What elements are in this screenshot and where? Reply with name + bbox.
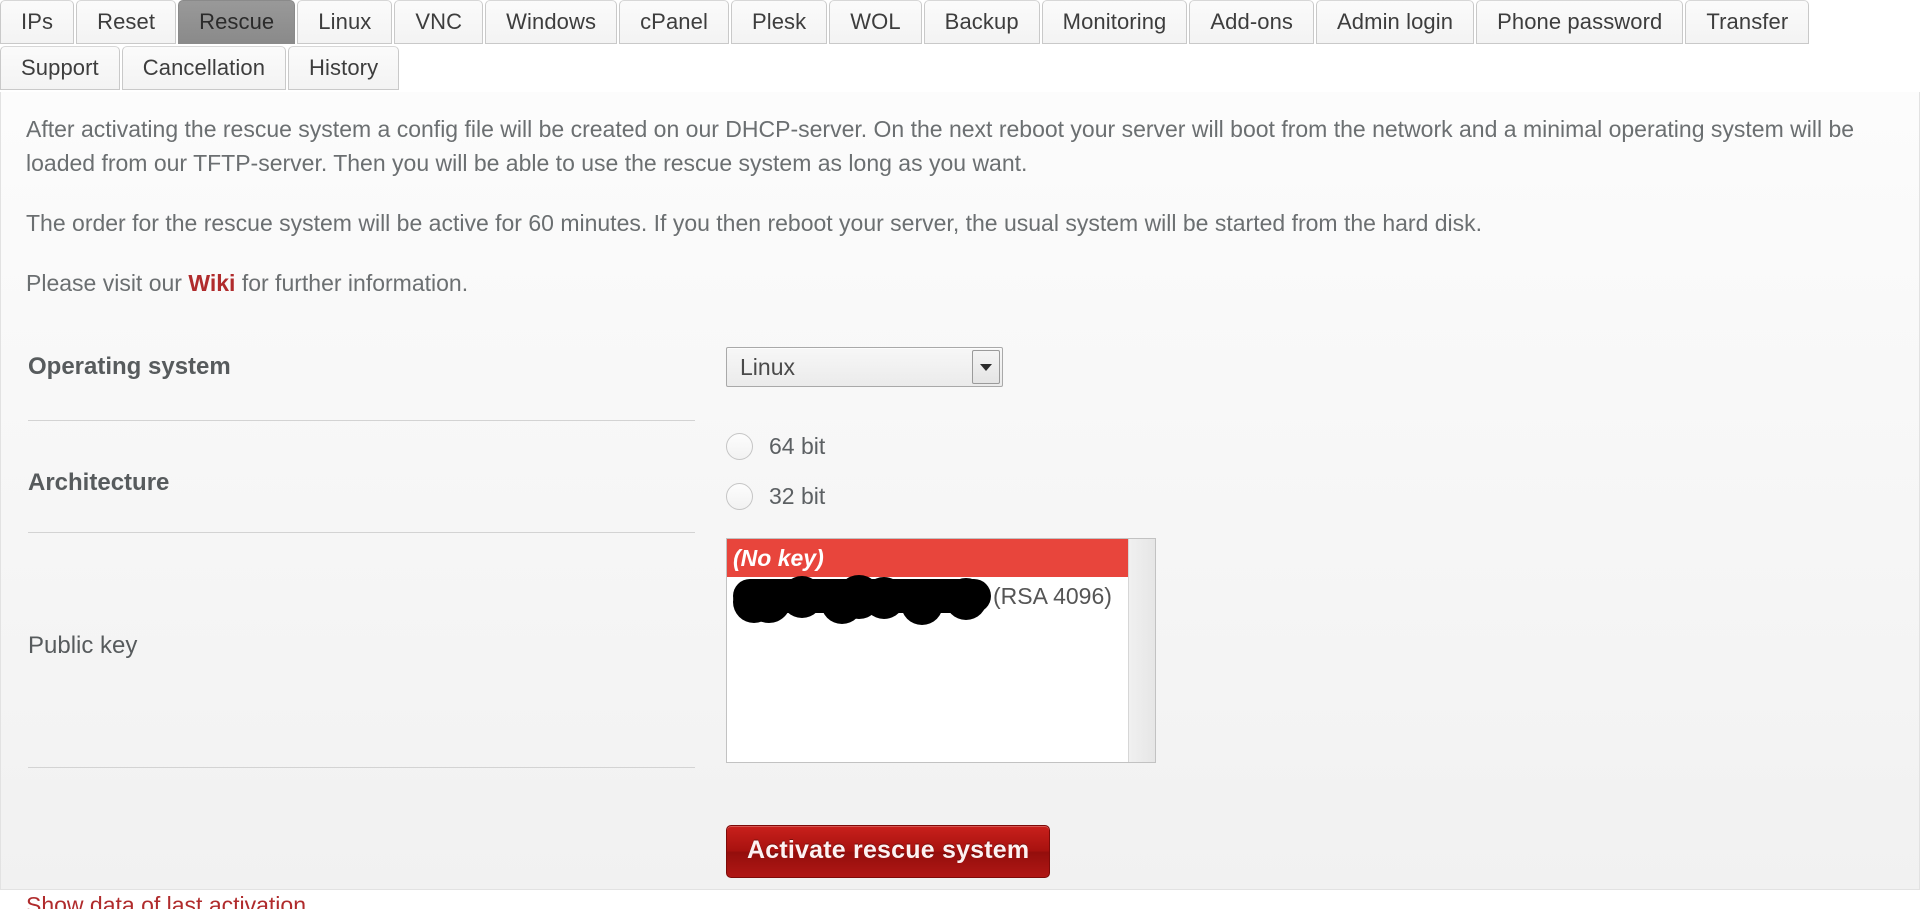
tab-label: Reset bbox=[97, 9, 156, 34]
architecture-label: Architecture bbox=[28, 469, 170, 496]
radio-32-bit-label[interactable]: 32 bit bbox=[769, 483, 825, 510]
tab-ips[interactable]: IPs bbox=[0, 0, 75, 44]
intro-text: After activating the rescue system a con… bbox=[26, 112, 1886, 326]
tab-label: Admin login bbox=[1337, 9, 1454, 34]
tab-label: Backup bbox=[944, 9, 1019, 34]
tab-label: Phone password bbox=[1497, 9, 1663, 34]
tab-rescue[interactable]: Rescue bbox=[178, 0, 296, 44]
public-key-option-rsa[interactable]: (RSA 4096) bbox=[727, 575, 1128, 625]
tab-windows[interactable]: Windows bbox=[485, 0, 618, 44]
chevron-down-icon[interactable] bbox=[972, 350, 1000, 384]
tab-phone-password[interactable]: Phone password bbox=[1476, 0, 1684, 44]
tab-label: cPanel bbox=[640, 9, 708, 34]
tab-label: VNC bbox=[415, 9, 463, 34]
redacted-key-name bbox=[733, 575, 991, 625]
tab-cpanel[interactable]: cPanel bbox=[619, 0, 729, 44]
tab-linux[interactable]: Linux bbox=[297, 0, 393, 44]
tab-add-ons[interactable]: Add-ons bbox=[1189, 0, 1315, 44]
operating-system-value: Linux bbox=[740, 353, 795, 380]
tab-backup[interactable]: Backup bbox=[923, 0, 1040, 44]
activate-rescue-system-button[interactable]: Activate rescue system bbox=[726, 825, 1051, 878]
intro-paragraph-3-prefix: Please visit our bbox=[26, 270, 189, 296]
public-key-option-no-key[interactable]: (No key) bbox=[727, 539, 1128, 577]
public-key-label: Public key bbox=[28, 632, 138, 659]
intro-paragraph-3-suffix: for further information. bbox=[235, 270, 469, 296]
tab-monitoring[interactable]: Monitoring bbox=[1041, 0, 1188, 44]
show-last-activation-link[interactable]: Show data of last activation bbox=[26, 892, 306, 909]
operating-system-select[interactable]: Linux bbox=[726, 347, 1003, 387]
tab-label: History bbox=[309, 55, 379, 80]
tab-transfer[interactable]: Transfer bbox=[1685, 0, 1810, 44]
tab-support[interactable]: Support bbox=[0, 46, 120, 90]
tab-label: Plesk bbox=[751, 9, 807, 34]
tab-label: Linux bbox=[318, 9, 372, 34]
tab-label: Monitoring bbox=[1062, 9, 1167, 34]
tab-label: Cancellation bbox=[142, 55, 266, 80]
tab-label: Transfer bbox=[1706, 9, 1789, 34]
radio-32-bit[interactable] bbox=[726, 482, 753, 510]
public-key-control: (No key) (RSA 4096) bbox=[696, 534, 1920, 763]
intro-paragraph-2: The order for the rescue system will be … bbox=[26, 210, 1483, 236]
public-key-options[interactable]: (No key) (RSA 4096) bbox=[727, 539, 1128, 762]
architecture-option-32bit[interactable]: 32 bit bbox=[726, 471, 1920, 521]
tab-plesk[interactable]: Plesk bbox=[730, 0, 828, 44]
radio-64-bit[interactable] bbox=[726, 432, 753, 460]
tab-label: Support bbox=[21, 55, 99, 80]
tab-wol[interactable]: WOL bbox=[829, 0, 922, 44]
public-key-option-rsa-label: (RSA 4096) bbox=[993, 582, 1112, 609]
tab-reset[interactable]: Reset bbox=[76, 0, 177, 44]
public-key-listbox[interactable]: (No key) (RSA 4096) bbox=[726, 538, 1156, 763]
form-row-operating-system: Operating system Linux bbox=[1, 337, 1920, 421]
tab-vnc[interactable]: VNC bbox=[394, 0, 484, 44]
tab-history[interactable]: History bbox=[288, 46, 400, 90]
form-row-public-key: Public key (No key) (RSA 4096) bbox=[1, 534, 1920, 769]
page-root: IPs Reset Rescue Linux VNC Windows cPane… bbox=[0, 0, 1920, 909]
tab-label: WOL bbox=[850, 9, 901, 34]
architecture-option-64bit[interactable]: 64 bit bbox=[726, 421, 1920, 471]
tab-bar: IPs Reset Rescue Linux VNC Windows cPane… bbox=[0, 0, 1920, 92]
architecture-control: 64 bit 32 bit bbox=[696, 421, 1920, 521]
operating-system-control: Linux bbox=[696, 337, 1920, 387]
tab-cancellation[interactable]: Cancellation bbox=[121, 46, 287, 90]
activate-button-row: Activate rescue system bbox=[726, 825, 1051, 878]
operating-system-label: Operating system bbox=[28, 353, 231, 380]
content-panel: After activating the rescue system a con… bbox=[0, 92, 1920, 909]
tab-admin-login[interactable]: Admin login bbox=[1316, 0, 1475, 44]
tab-label: Windows bbox=[506, 9, 597, 34]
public-key-scrollbar[interactable] bbox=[1128, 539, 1155, 762]
wiki-link[interactable]: Wiki bbox=[188, 270, 235, 296]
intro-paragraph-1: After activating the rescue system a con… bbox=[26, 116, 1855, 176]
intro-paragraph-3: Please visit our Wiki for further inform… bbox=[26, 266, 1886, 300]
form-row-architecture: Architecture 64 bit 32 bit bbox=[1, 421, 1920, 534]
radio-64-bit-label[interactable]: 64 bit bbox=[769, 433, 825, 460]
rescue-form: Operating system Linux Architecture 64 b… bbox=[1, 337, 1920, 769]
tab-label: IPs bbox=[21, 9, 54, 34]
tab-label: Rescue bbox=[199, 9, 275, 34]
tab-label: Add-ons bbox=[1210, 9, 1294, 34]
